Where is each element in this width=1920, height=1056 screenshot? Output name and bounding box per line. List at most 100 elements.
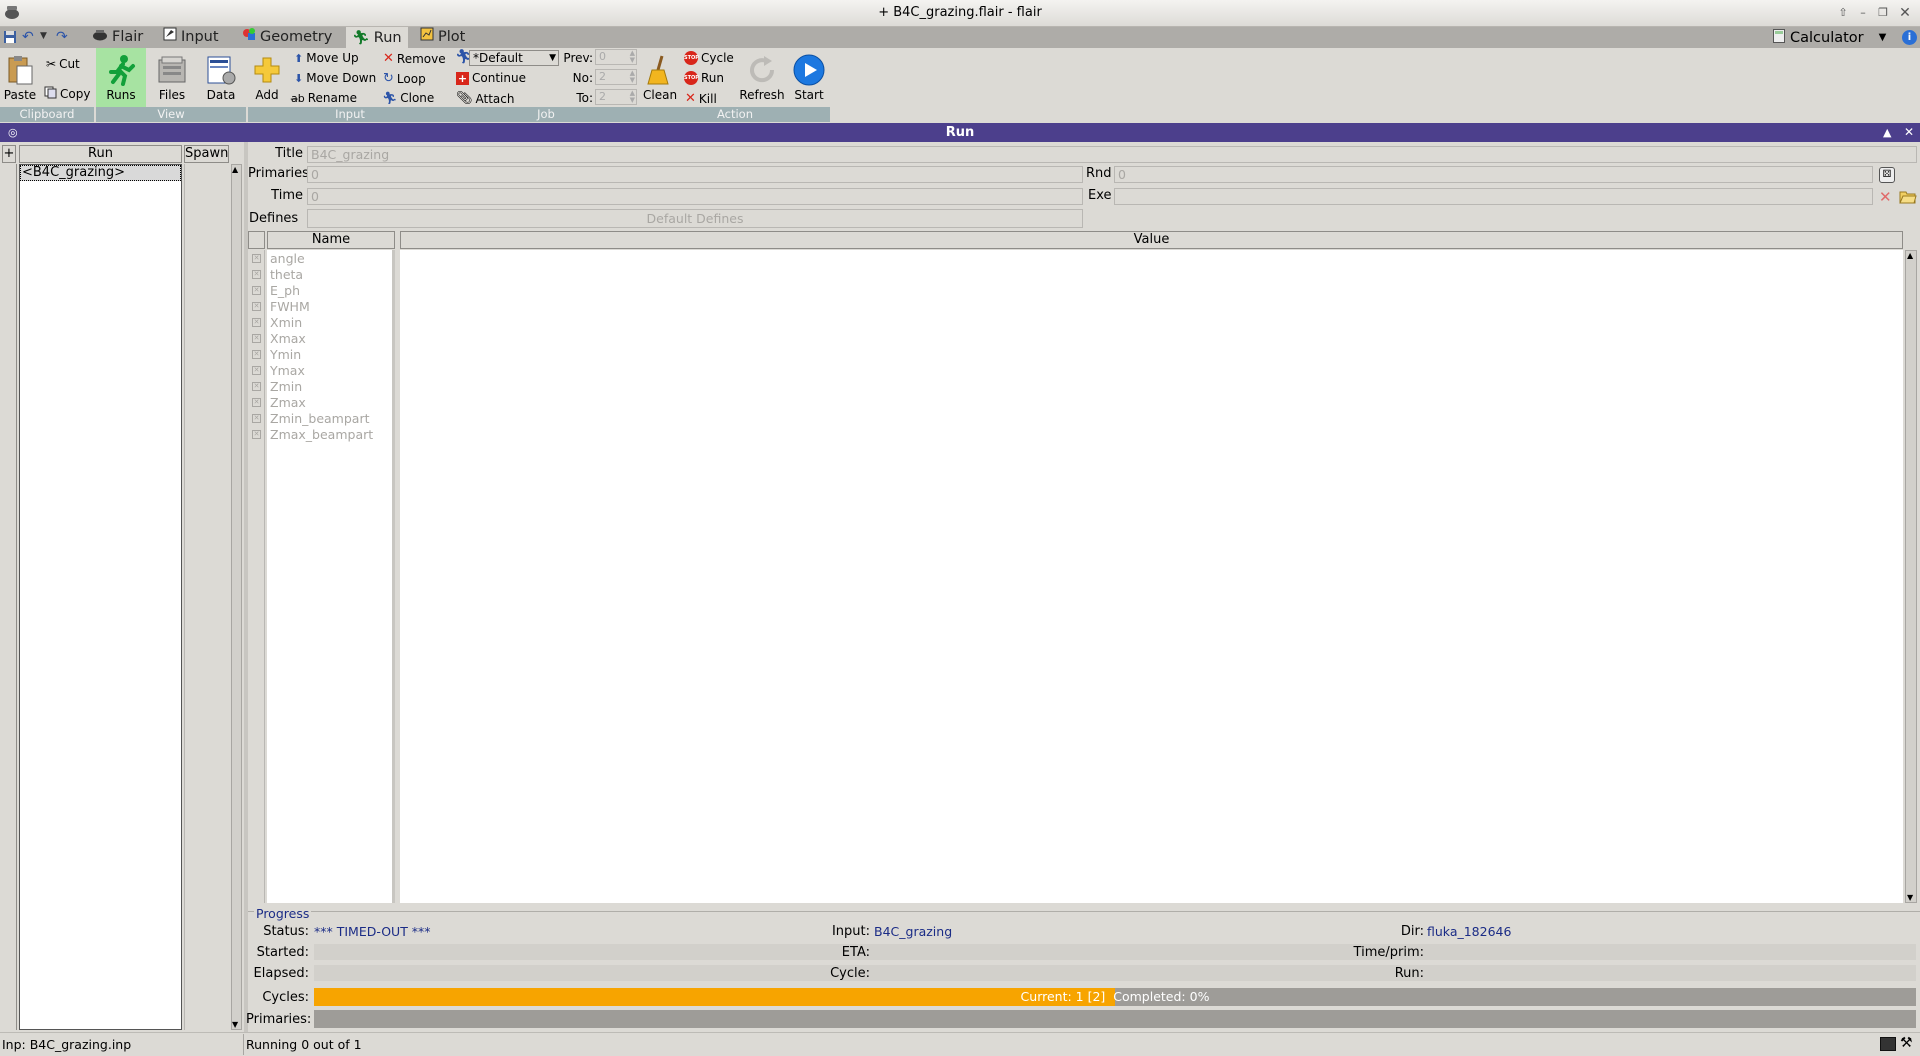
clear-exe-icon[interactable]: ✕ bbox=[1879, 188, 1892, 206]
restore-icon[interactable]: ❐ bbox=[1875, 5, 1891, 21]
data-button[interactable]: Data bbox=[202, 54, 240, 102]
define-checkbox[interactable]: ✕ bbox=[252, 414, 261, 423]
define-name-cell[interactable]: angle bbox=[268, 251, 394, 267]
define-name-cell[interactable]: Ymin bbox=[268, 347, 394, 363]
scroll-up-icon[interactable]: ▲ bbox=[1907, 251, 1913, 260]
clean-button[interactable]: Clean bbox=[643, 54, 677, 102]
value-column-header[interactable]: Value bbox=[400, 231, 1903, 249]
kill-button[interactable]: ✕ Kill bbox=[685, 91, 717, 106]
terminal-icon[interactable] bbox=[1880, 1037, 1896, 1051]
run-list-scrollbar[interactable]: ▲ ▼ bbox=[231, 164, 242, 1030]
queue-select[interactable]: *Default ▼ bbox=[469, 50, 559, 66]
spawn-column-header[interactable]: Spawn bbox=[184, 145, 229, 163]
define-value-cell[interactable] bbox=[400, 395, 1903, 411]
title-input[interactable]: B4C_grazing bbox=[307, 146, 1917, 163]
runs-button[interactable]: Runs bbox=[98, 54, 144, 102]
info-icon[interactable]: i bbox=[1902, 30, 1917, 45]
define-value-cell[interactable] bbox=[400, 379, 1903, 395]
redo-icon[interactable]: ↷ bbox=[56, 29, 68, 45]
panel-maximize-icon[interactable]: ▲ bbox=[1883, 123, 1891, 142]
paste-button[interactable]: Paste bbox=[2, 54, 38, 102]
maximize-up-icon[interactable]: ⇧ bbox=[1835, 5, 1851, 21]
define-checkbox[interactable]: ✕ bbox=[252, 430, 261, 439]
default-defines-button[interactable]: Default Defines bbox=[307, 209, 1083, 228]
tab-input[interactable]: Input bbox=[157, 27, 225, 48]
define-checkbox[interactable]: ✕ bbox=[252, 350, 261, 359]
time-input[interactable]: 0 bbox=[307, 188, 1083, 205]
cut-button[interactable]: ✂ Cut bbox=[46, 57, 80, 71]
scroll-down-icon[interactable]: ▼ bbox=[232, 1020, 238, 1029]
define-name-cell[interactable]: Xmin bbox=[268, 315, 394, 331]
define-value-cell[interactable] bbox=[400, 299, 1903, 315]
scroll-up-icon[interactable]: ▲ bbox=[232, 165, 238, 174]
define-value-cell[interactable] bbox=[400, 283, 1903, 299]
define-value-cell[interactable] bbox=[400, 267, 1903, 283]
copy-button[interactable]: Copy bbox=[44, 86, 90, 102]
run-column-header[interactable]: Run bbox=[19, 145, 182, 163]
cycle-button[interactable]: STOP Cycle bbox=[684, 51, 734, 65]
define-value-cell[interactable] bbox=[400, 427, 1903, 443]
define-checkbox[interactable]: ✕ bbox=[252, 270, 261, 279]
remove-button[interactable]: ✕ Remove bbox=[383, 51, 446, 66]
define-name-cell[interactable]: Zmax_beampart bbox=[268, 427, 394, 443]
primaries-input[interactable]: 0 bbox=[307, 166, 1083, 183]
files-button[interactable]: Files bbox=[152, 54, 192, 102]
define-checkbox[interactable]: ✕ bbox=[252, 382, 261, 391]
start-button[interactable]: Start bbox=[790, 54, 828, 102]
to-spinbox[interactable]: 2 ▲ ▼ bbox=[595, 89, 637, 105]
tab-plot[interactable]: Plot bbox=[414, 27, 471, 48]
tab-flair[interactable]: Flair bbox=[86, 27, 149, 48]
minimize-icon[interactable]: – bbox=[1855, 5, 1871, 21]
chevron-down-icon[interactable]: ▼ bbox=[40, 31, 47, 41]
random-seed-icon[interactable]: ⚄ bbox=[1879, 167, 1895, 183]
exe-input[interactable] bbox=[1114, 188, 1873, 205]
tab-geometry[interactable]: Geometry bbox=[236, 27, 338, 48]
define-name-cell[interactable]: theta bbox=[268, 267, 394, 283]
define-checkbox[interactable]: ✕ bbox=[252, 334, 261, 343]
calculator-menu[interactable]: Calculator ▼ bbox=[1773, 27, 1886, 48]
add-button[interactable]: Add bbox=[250, 54, 284, 102]
define-name-cell[interactable]: Zmin_beampart bbox=[268, 411, 394, 427]
define-name-cell[interactable]: E_ph bbox=[268, 283, 394, 299]
undo-icon[interactable]: ↶ bbox=[22, 29, 34, 45]
move-down-button[interactable]: ⬇ Move Down bbox=[294, 71, 376, 85]
add-run-header-button[interactable]: + bbox=[2, 145, 16, 163]
define-value-cell[interactable] bbox=[400, 347, 1903, 363]
define-value-cell[interactable] bbox=[400, 251, 1903, 267]
define-checkbox[interactable]: ✕ bbox=[252, 318, 261, 327]
folder-open-icon[interactable] bbox=[1899, 189, 1917, 204]
run-list[interactable] bbox=[19, 164, 182, 1030]
define-value-cell[interactable] bbox=[400, 315, 1903, 331]
prev-spinbox[interactable]: 0 ▲ ▼ bbox=[595, 49, 637, 65]
defines-scrollbar[interactable]: ▲ ▼ bbox=[1905, 250, 1917, 903]
define-name-cell[interactable]: FWHM bbox=[268, 299, 394, 315]
scroll-down-icon[interactable]: ▼ bbox=[1907, 893, 1913, 902]
clone-button[interactable]: 🏃︎ Clone bbox=[382, 91, 434, 105]
panel-close-icon[interactable]: ✕ bbox=[1904, 123, 1914, 142]
run-stop-button[interactable]: STOP Run bbox=[684, 71, 724, 85]
define-value-cell[interactable] bbox=[400, 331, 1903, 347]
define-checkbox[interactable]: ✕ bbox=[252, 302, 261, 311]
panel-menu-icon[interactable]: ◎ bbox=[8, 123, 18, 142]
continue-button[interactable]: + Continue bbox=[456, 71, 526, 85]
define-checkbox[interactable]: ✕ bbox=[252, 366, 261, 375]
rename-button[interactable]: a̶b Rename bbox=[291, 91, 357, 105]
loop-button[interactable]: ↻ Loop bbox=[383, 71, 426, 86]
save-icon[interactable] bbox=[3, 30, 17, 44]
define-name-cell[interactable]: Zmax bbox=[268, 395, 394, 411]
name-column-header[interactable]: Name bbox=[267, 231, 395, 249]
tab-run[interactable]: 🏃︎ Run bbox=[346, 27, 408, 49]
define-name-cell[interactable]: Ymax bbox=[268, 363, 394, 379]
no-spinbox[interactable]: 2 ▲ ▼ bbox=[595, 69, 637, 85]
close-icon[interactable]: ✕ bbox=[1897, 5, 1913, 21]
define-checkbox[interactable]: ✕ bbox=[252, 254, 261, 263]
define-name-cell[interactable]: Xmax bbox=[268, 331, 394, 347]
define-name-cell[interactable]: Zmin bbox=[268, 379, 394, 395]
move-up-button[interactable]: ⬆ Move Up bbox=[294, 51, 359, 65]
attach-button[interactable]: 📎︎ Attach bbox=[456, 91, 514, 106]
rnd-input[interactable]: 0 bbox=[1114, 166, 1873, 183]
refresh-button[interactable]: Refresh bbox=[738, 54, 786, 102]
run-list-item[interactable]: <B4C_grazing> bbox=[20, 165, 181, 181]
define-checkbox[interactable]: ✕ bbox=[252, 398, 261, 407]
tools-icon[interactable]: ⚒ bbox=[1900, 1035, 1913, 1051]
